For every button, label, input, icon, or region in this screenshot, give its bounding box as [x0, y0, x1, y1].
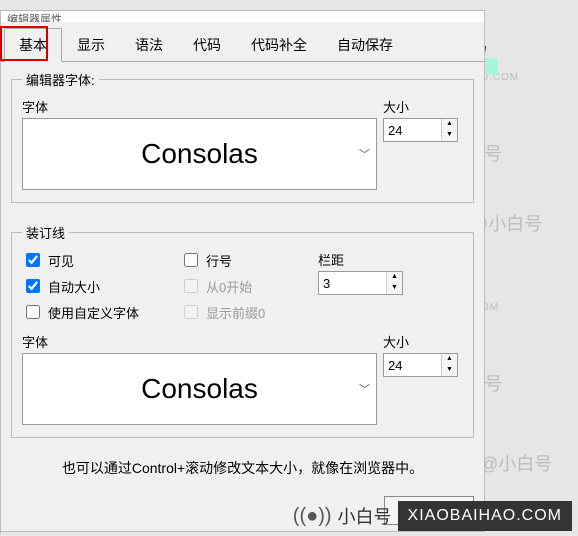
margin-label: 栏距	[318, 250, 463, 269]
font-label: 字体	[22, 97, 377, 116]
chk-line-no[interactable]: 行号	[180, 250, 300, 270]
editor-font-size-spinner[interactable]: ▲ ▼	[383, 118, 458, 142]
spin-up-icon[interactable]: ▲	[442, 119, 457, 130]
tab-completion[interactable]: 代码补全	[236, 28, 322, 62]
editor-font-legend: 编辑器字体:	[22, 70, 99, 89]
dialog-content: 编辑器字体: 字体 Consolas ﹀ 大小 ▲ ▼	[1, 62, 484, 490]
tab-autosave[interactable]: 自动保存	[322, 28, 408, 62]
chk-prefix-zero: 显示前缀0	[180, 302, 300, 322]
chk-auto-size-input[interactable]	[26, 279, 40, 293]
chk-auto-size[interactable]: 自动大小	[22, 276, 162, 296]
chk-visible[interactable]: 可见	[22, 250, 162, 270]
gutter-font-size-spinner[interactable]: ▲ ▼	[383, 353, 458, 377]
gutter-font-value: Consolas	[141, 373, 258, 405]
chk-line-no-input[interactable]	[184, 253, 198, 267]
chk-start-zero: 从0开始	[180, 276, 300, 296]
chk-start-zero-input	[184, 279, 198, 293]
hint-text: 也可以通过Control+滚动修改文本大小，就像在浏览器中。	[11, 458, 474, 478]
gutter-legend: 装订线	[22, 223, 69, 242]
broadcast-icon: ((●))	[293, 505, 332, 528]
chevron-down-icon: ﹀	[359, 381, 370, 397]
brand-en: XIAOBAIHAO.COM	[398, 501, 572, 531]
footer-logo: ((●)) 小白号 XIAOBAIHAO.COM	[0, 496, 578, 536]
editor-font-size-input[interactable]	[384, 119, 441, 141]
spin-down-icon[interactable]: ▼	[442, 365, 457, 376]
chk-visible-input[interactable]	[26, 253, 40, 267]
tab-code[interactable]: 代码	[178, 28, 236, 62]
editor-font-value: Consolas	[141, 138, 258, 170]
spin-up-icon[interactable]: ▲	[442, 354, 457, 365]
tab-syntax[interactable]: 语法	[120, 28, 178, 62]
editor-font-group: 编辑器字体: 字体 Consolas ﹀ 大小 ▲ ▼	[11, 70, 474, 203]
brand-cn: 小白号	[338, 503, 392, 529]
chk-prefix-zero-input	[184, 305, 198, 319]
spin-up-icon[interactable]: ▲	[387, 272, 402, 283]
gutter-font-size-input[interactable]	[384, 354, 441, 376]
chk-custom-font-input[interactable]	[26, 305, 40, 319]
chevron-down-icon: ﹀	[359, 146, 370, 162]
gutter-group: 装订线 可见 自动大小 使用自定义字体	[11, 223, 474, 438]
size-label: 大小	[383, 97, 463, 116]
tab-basic[interactable]: 基本	[4, 28, 62, 62]
gutter-margin-input[interactable]	[319, 272, 386, 294]
chk-custom-font[interactable]: 使用自定义字体	[22, 302, 162, 322]
editor-font-select[interactable]: Consolas ﹀	[22, 118, 377, 190]
tab-bar: 基本 显示 语法 代码 代码补全 自动保存	[1, 22, 484, 62]
gutter-size-label: 大小	[383, 332, 463, 351]
editor-properties-dialog: 基本 显示 语法 代码 代码补全 自动保存 编辑器字体: 字体 Consolas…	[0, 22, 485, 532]
spin-down-icon[interactable]: ▼	[387, 283, 402, 294]
gutter-margin-spinner[interactable]: ▲ ▼	[318, 271, 403, 295]
spin-down-icon[interactable]: ▼	[442, 130, 457, 141]
gutter-font-label: 字体	[22, 332, 377, 351]
gutter-font-select[interactable]: Consolas ﹀	[22, 353, 377, 425]
tab-display[interactable]: 显示	[62, 28, 120, 62]
